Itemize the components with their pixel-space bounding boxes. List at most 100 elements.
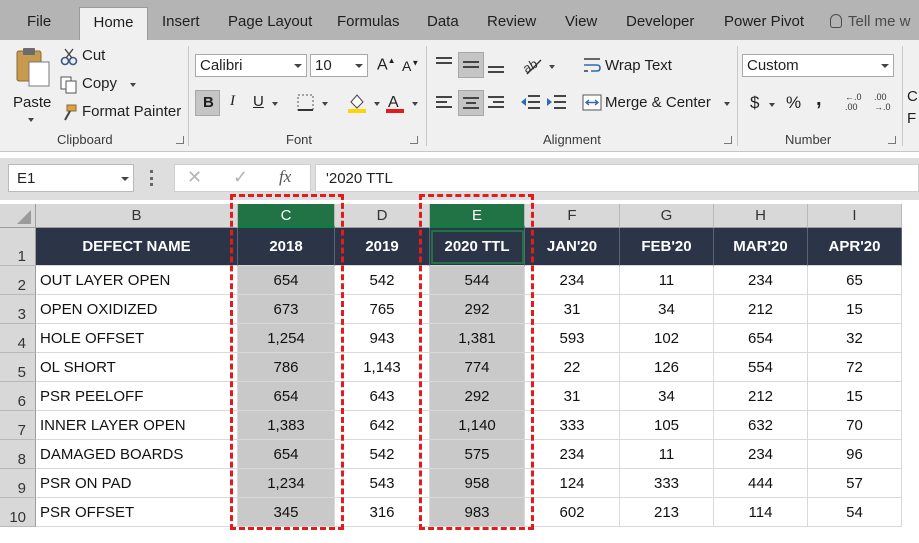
currency-dropdown-icon[interactable] [769,103,775,107]
table-cell[interactable]: 54 [808,498,902,527]
tab-page-layout[interactable]: Page Layout [228,13,312,30]
alignment-launcher-icon[interactable] [724,136,732,144]
conditional-format-partial-label[interactable]: C [907,88,918,105]
table-cell[interactable]: 31 [525,382,620,411]
table-header-cell[interactable]: 2020 TTL [430,228,525,266]
table-cell[interactable]: 554 [714,353,808,382]
number-launcher-icon[interactable] [888,136,896,144]
table-cell[interactable]: 1,381 [430,324,525,353]
defect-name-cell[interactable]: INNER LAYER OPEN [36,411,238,440]
table-cell[interactable]: 444 [714,469,808,498]
table-cell[interactable]: 983 [430,498,525,527]
tab-view[interactable]: View [565,13,597,30]
table-cell[interactable]: 234 [714,440,808,469]
row-header-6[interactable]: 6 [0,382,36,411]
defect-name-cell[interactable]: PSR ON PAD [36,469,238,498]
table-cell[interactable]: 575 [430,440,525,469]
font-color-icon[interactable]: A [384,92,406,114]
table-cell[interactable]: 602 [525,498,620,527]
align-right-button[interactable] [486,92,508,114]
table-cell[interactable]: 105 [620,411,714,440]
table-cell[interactable]: 1,140 [430,411,525,440]
decrease-decimal-button[interactable]: .00 →.0 [874,92,898,116]
borders-icon[interactable] [296,93,316,113]
table-cell[interactable]: 774 [430,353,525,382]
table-cell[interactable]: 292 [430,295,525,324]
row-header-9[interactable]: 9 [0,469,36,498]
row-header-5[interactable]: 5 [0,353,36,382]
italic-button[interactable]: I [230,93,235,110]
name-box[interactable]: E1 [8,164,134,192]
insert-function-icon[interactable]: fx [279,167,291,187]
row-header-3[interactable]: 3 [0,295,36,324]
table-cell[interactable]: 57 [808,469,902,498]
table-cell[interactable]: 333 [525,411,620,440]
copy-button[interactable]: Copy [60,74,150,96]
defect-name-cell[interactable]: OPEN OXIDIZED [36,295,238,324]
tab-formulas[interactable]: Formulas [337,13,400,30]
align-center-button[interactable] [458,90,484,116]
table-header-cell[interactable]: 2018 [238,228,335,266]
font-launcher-icon[interactable] [410,136,418,144]
tab-review[interactable]: Review [487,13,536,30]
tab-insert[interactable]: Insert [162,13,200,30]
paste-button[interactable]: Paste [10,46,54,124]
row-header-4[interactable]: 4 [0,324,36,353]
orientation-dropdown-icon[interactable] [549,65,555,69]
table-cell[interactable]: 1,383 [238,411,335,440]
table-cell[interactable]: 213 [620,498,714,527]
fill-color-dropdown-icon[interactable] [374,102,380,106]
table-cell[interactable]: 643 [335,382,430,411]
table-cell[interactable]: 15 [808,295,902,324]
table-cell[interactable]: 124 [525,469,620,498]
table-cell[interactable]: 1,254 [238,324,335,353]
align-left-button[interactable] [434,92,456,114]
table-cell[interactable]: 15 [808,382,902,411]
table-cell[interactable]: 543 [335,469,430,498]
table-cell[interactable]: 1,143 [335,353,430,382]
table-cell[interactable]: 345 [238,498,335,527]
table-cell[interactable]: 234 [714,266,808,295]
tab-file[interactable]: File [27,13,51,30]
defect-name-cell[interactable]: PSR OFFSET [36,498,238,527]
tab-developer[interactable]: Developer [626,13,694,30]
underline-button[interactable]: U [253,93,264,110]
tell-me-search[interactable]: Tell me w [830,13,911,30]
column-header-i[interactable]: I [808,204,902,228]
wrap-text-button[interactable]: Wrap Text [582,54,692,78]
table-cell[interactable]: 234 [525,440,620,469]
table-cell[interactable]: 654 [238,382,335,411]
column-header-d[interactable]: D [335,204,430,228]
table-cell[interactable]: 765 [335,295,430,324]
table-cell[interactable]: 943 [335,324,430,353]
table-cell[interactable]: 72 [808,353,902,382]
align-middle-button[interactable] [458,52,484,78]
table-header-cell[interactable]: FEB'20 [620,228,714,266]
table-cell[interactable]: 544 [430,266,525,295]
cut-button[interactable]: Cut [60,46,150,68]
defect-name-cell[interactable]: DAMAGED BOARDS [36,440,238,469]
row-header-10[interactable]: 10 [0,498,36,527]
table-header-cell[interactable]: JAN'20 [525,228,620,266]
row-header-2[interactable]: 2 [0,266,36,295]
table-cell[interactable]: 234 [525,266,620,295]
table-cell[interactable]: 673 [238,295,335,324]
align-top-button[interactable] [434,54,456,76]
formula-input[interactable]: '2020 TTL [315,164,919,192]
table-header-cell[interactable]: APR'20 [808,228,902,266]
table-cell[interactable]: 102 [620,324,714,353]
table-header-cell[interactable]: 2019 [335,228,430,266]
table-cell[interactable]: 654 [238,266,335,295]
table-cell[interactable]: 542 [335,266,430,295]
row-header-1[interactable]: 1 [0,228,36,266]
column-header-c[interactable]: C [238,204,335,228]
table-header-cell[interactable]: DEFECT NAME [36,228,238,266]
table-cell[interactable]: 316 [335,498,430,527]
table-cell[interactable]: 114 [714,498,808,527]
column-header-f[interactable]: F [525,204,620,228]
decrease-indent-icon[interactable] [520,93,542,113]
comma-style-button[interactable]: , [816,88,822,111]
table-cell[interactable]: 786 [238,353,335,382]
column-header-e[interactable]: E [430,204,525,228]
table-cell[interactable]: 1,234 [238,469,335,498]
